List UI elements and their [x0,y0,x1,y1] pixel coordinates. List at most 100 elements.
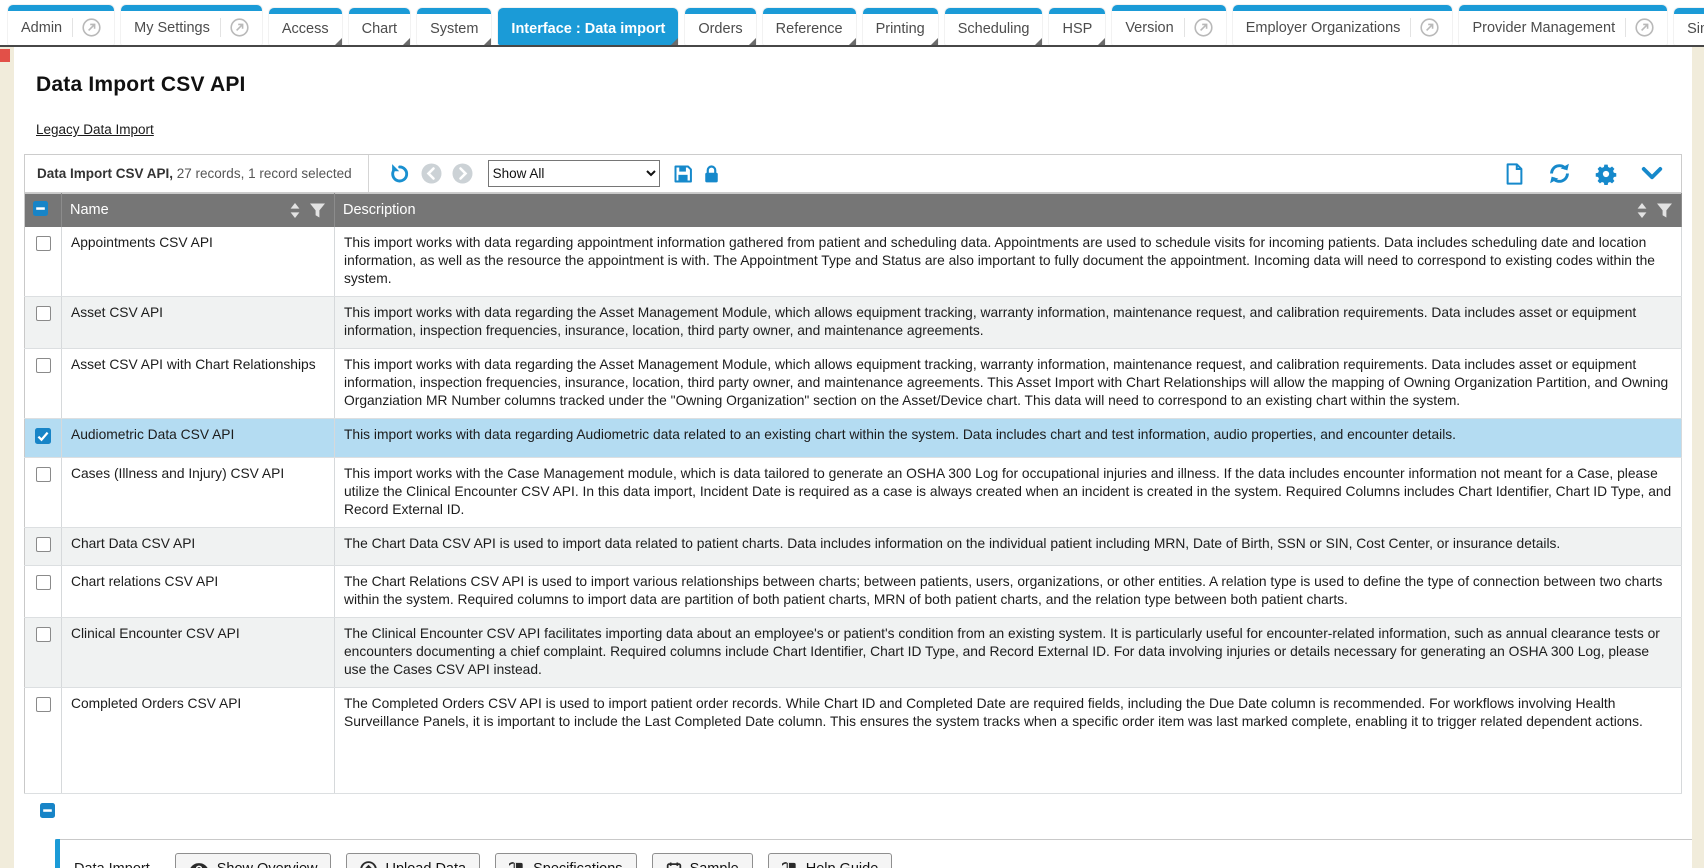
open-external-icon[interactable] [1184,18,1213,37]
checkbox-unchecked[interactable] [36,358,51,373]
specifications-button[interactable]: Specifications [495,853,636,868]
open-external-icon[interactable] [220,18,249,37]
tab-reference[interactable]: Reference [763,8,856,45]
help-guide-button[interactable]: Help Guide [768,853,893,868]
main-content: Data Import CSV API Legacy Data Import D… [14,73,1692,868]
tab-label: Admin [21,20,62,36]
row-name: Completed Orders CSV API [62,687,335,793]
tab-dropdown-fold-icon [849,38,856,45]
tab-access[interactable]: Access [269,8,342,45]
select-all-minus-icon[interactable] [33,201,48,216]
table-row: Appointments CSV API This import works w… [25,227,1682,297]
refresh-icon[interactable] [1548,162,1571,185]
gear-icon[interactable] [1595,163,1617,185]
tab-employer-organizations[interactable]: Employer Organizations [1233,5,1453,45]
show-overview-button[interactable]: Show Overview [175,853,332,868]
checkbox-unchecked[interactable] [36,627,51,642]
filter-icon[interactable] [1656,202,1673,219]
tab-provider-management[interactable]: Provider Management [1459,5,1667,45]
name-column-label: Name [70,202,281,218]
checkbox-unchecked[interactable] [36,306,51,321]
sort-icon[interactable] [289,202,301,219]
tab-chart[interactable]: Chart [349,8,410,45]
book-icon [509,861,525,868]
description-column-header[interactable]: Description [335,194,1682,227]
row-name: Appointments CSV API [62,227,335,297]
upload-data-button[interactable]: Upload Data [346,853,480,868]
tab-label: HSP [1062,21,1092,37]
table-body: Appointments CSV API This import works w… [25,227,1682,794]
eye-icon [189,862,209,868]
lock-icon[interactable] [703,164,720,184]
chevron-down-icon[interactable] [1641,166,1663,182]
row-description: This import works with data regarding Au… [335,418,1682,457]
row-checkbox-cell [25,348,62,418]
button-label: Specifications [533,861,622,868]
tab-label: Access [282,21,329,37]
checkbox-unchecked[interactable] [36,697,51,712]
open-external-icon[interactable] [72,18,101,37]
row-checkbox-cell [25,527,62,565]
table-row: Audiometric Data CSV API This import wor… [25,418,1682,457]
record-count: 27 records, 1 record selected [173,166,352,181]
page-title: Data Import CSV API [36,73,1670,97]
table-header-row: Name Description [25,194,1682,227]
row-name: Audiometric Data CSV API [62,418,335,457]
save-icon[interactable] [673,164,693,184]
toolbar-separator [368,155,369,192]
show-filter-select[interactable]: Show All [488,160,660,187]
tab-dropdown-fold-icon [1035,38,1042,45]
tab-label: Reference [776,21,843,37]
new-record-icon[interactable] [1505,163,1524,185]
tab-dropdown-fold-icon [335,38,342,45]
data-import-table: Name Description Appointments C [24,193,1682,794]
row-name: Clinical Encounter CSV API [62,617,335,687]
tab-label: System [430,21,478,37]
checkbox-unchecked[interactable] [36,467,51,482]
calendar-check-icon [666,861,682,868]
next-record-icon[interactable] [452,163,473,184]
checkbox-unchecked[interactable] [36,236,51,251]
tab-dropdown-fold-icon [403,38,410,45]
prev-record-icon[interactable] [421,163,442,184]
tab-version[interactable]: Version [1112,5,1225,45]
row-description: The Completed Orders CSV API is used to … [335,687,1682,793]
toolbar-right-icons [1505,162,1669,185]
checkbox-checked-icon[interactable] [35,428,51,444]
tab-label: Employer Organizations [1246,20,1401,36]
collapse-section-minus-icon[interactable] [40,803,55,818]
row-name: Asset CSV API with Chart Relationships [62,348,335,418]
name-column-header[interactable]: Name [62,194,335,227]
row-name: Chart Data CSV API [62,527,335,565]
tab-system[interactable]: System [417,8,491,45]
row-checkbox-cell [25,565,62,617]
tab-scheduling[interactable]: Scheduling [945,8,1043,45]
button-label: Sample [690,861,739,868]
filter-icon[interactable] [309,202,326,219]
checkbox-unchecked[interactable] [36,537,51,552]
button-label: Show Overview [217,861,318,868]
legacy-data-import-link[interactable]: Legacy Data Import [36,122,154,137]
open-external-icon[interactable] [1625,18,1654,37]
tab-similar-exposure-groups-se[interactable]: Similar Exposure Groups (SE [1674,8,1704,45]
undo-icon[interactable] [388,162,411,185]
tab-interface-data-import[interactable]: Interface : Data import [498,8,678,45]
tab-label: My Settings [134,20,210,36]
open-external-icon[interactable] [1410,18,1439,37]
sample-button[interactable]: Sample [652,853,753,868]
tab-orders[interactable]: Orders [685,8,755,45]
tab-admin[interactable]: Admin [8,5,114,45]
table-row: Clinical Encounter CSV API The Clinical … [25,617,1682,687]
row-description: This import works with data regarding ap… [335,227,1682,297]
sort-icon[interactable] [1636,202,1648,219]
checkbox-unchecked[interactable] [36,575,51,590]
right-beige-strip [1692,47,1704,868]
tab-dropdown-fold-icon [1098,38,1105,45]
table-row: Chart Data CSV API The Chart Data CSV AP… [25,527,1682,565]
tab-dropdown-fold-icon [484,38,491,45]
row-checkbox-cell [25,687,62,793]
tab-hsp[interactable]: HSP [1049,8,1105,45]
upload-icon [360,861,377,868]
tab-printing[interactable]: Printing [863,8,938,45]
tab-my-settings[interactable]: My Settings [121,5,262,45]
